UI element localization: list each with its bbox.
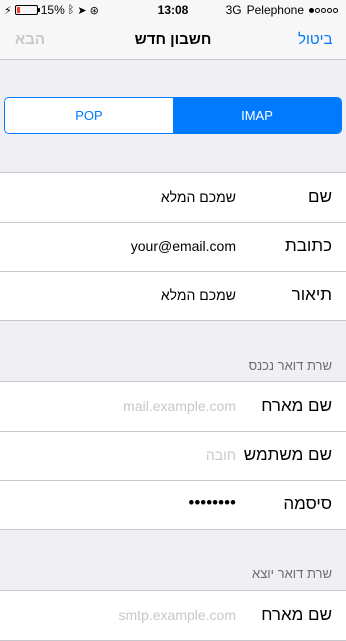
outgoing-host-label: שם מארח bbox=[261, 605, 332, 624]
segment-pop[interactable]: POP bbox=[5, 98, 173, 133]
page-title: חשבון חדש bbox=[134, 31, 212, 48]
segment-imap[interactable]: IMAP bbox=[173, 98, 341, 133]
cancel-button[interactable]: ביטול bbox=[298, 31, 333, 48]
outgoing-server-group: שם מארח smtp.example.com bbox=[0, 590, 346, 641]
outgoing-host-field[interactable]: smtp.example.com bbox=[119, 607, 236, 623]
network-type: 3G bbox=[225, 3, 242, 17]
incoming-server-group: שם מארח mail.example.com שם משתמש חובה ס… bbox=[0, 381, 346, 530]
description-label: תיאור bbox=[291, 285, 332, 304]
address-label: כתובת bbox=[285, 236, 332, 255]
incoming-host-label: שם מארח bbox=[261, 396, 332, 415]
incoming-server-header: שרת דואר נכנס bbox=[248, 358, 332, 373]
description-row[interactable]: תיאור שמכם המלא bbox=[0, 271, 346, 320]
incoming-user-field[interactable]: חובה bbox=[206, 447, 236, 463]
name-row[interactable]: שם שמכם המלא bbox=[0, 173, 346, 222]
carrier-name: Pelephone bbox=[246, 3, 304, 17]
incoming-password-field[interactable]: •••••••• bbox=[188, 493, 236, 513]
incoming-password-label: סיסמה bbox=[283, 494, 332, 513]
carrier-info: 3G Pelephone bbox=[226, 3, 338, 17]
incoming-user-label: שם משתמש bbox=[243, 445, 332, 464]
navigation-bar: הבא חשבון חדש ביטול bbox=[0, 20, 346, 60]
outgoing-server-header: שרת דואר יוצא bbox=[252, 566, 332, 581]
email-field[interactable]: your@email.com bbox=[131, 238, 236, 254]
name-field[interactable]: שמכם המלא bbox=[161, 189, 236, 205]
name-label: שם bbox=[308, 187, 332, 206]
account-info-group: שם שמכם המלא כתובת your@email.com תיאור … bbox=[0, 172, 346, 321]
account-type-segmented-control: POP IMAP bbox=[4, 97, 342, 134]
status-bar: ⚡ 15% ᛒ ➤ ⊛ 13:08 3G Pelephone bbox=[0, 0, 346, 20]
description-field[interactable]: שמכם המלא bbox=[161, 287, 236, 303]
incoming-host-field[interactable]: mail.example.com bbox=[123, 398, 236, 414]
incoming-user-row[interactable]: שם משתמש חובה bbox=[0, 431, 346, 480]
signal-strength-icon bbox=[309, 7, 338, 13]
address-row[interactable]: כתובת your@email.com bbox=[0, 222, 346, 271]
outgoing-host-row[interactable]: שם מארח smtp.example.com bbox=[0, 591, 346, 640]
incoming-host-row[interactable]: שם מארח mail.example.com bbox=[0, 382, 346, 431]
incoming-password-row[interactable]: סיסמה •••••••• bbox=[0, 480, 346, 529]
